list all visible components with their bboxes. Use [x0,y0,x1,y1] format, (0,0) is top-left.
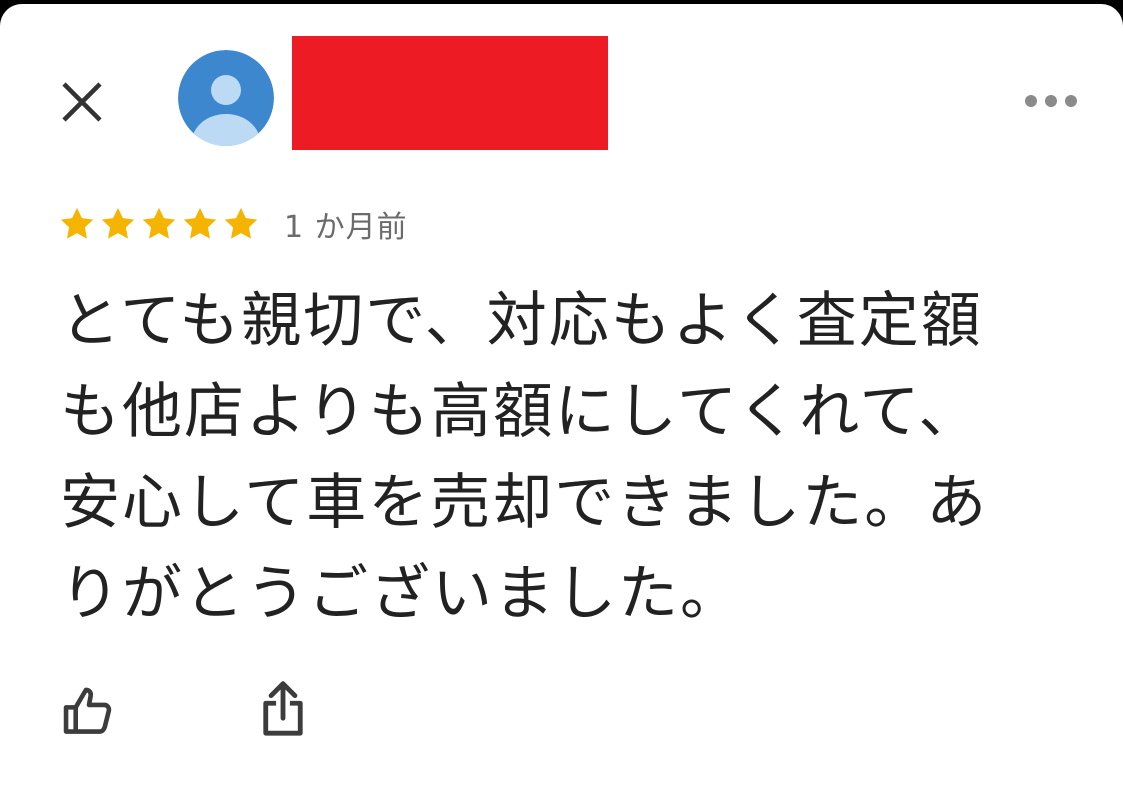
review-time-ago: 1 か月前 [284,210,408,245]
star-icon [183,207,217,239]
redacted-author-name [292,36,608,150]
star-rating [58,205,260,243]
rating-row: 1 か月前 [58,200,408,248]
share-button[interactable] [252,676,314,742]
star-icon [101,207,135,239]
star-icon [142,207,176,239]
like-button[interactable] [58,680,120,742]
star-icon [224,207,258,239]
close-icon [62,82,102,122]
person-avatar-icon [178,50,274,146]
share-icon [263,681,303,736]
close-button[interactable] [56,76,108,128]
more-horizontal-icon [1025,95,1077,107]
avatar[interactable] [178,50,274,146]
review-text: とても親切で、対応もよく査定額も他店よりも高額にしてくれて、安心して車を売却でき… [60,286,989,629]
review-sheet: 1 か月前 とても親切で、対応もよく査定額も他店よりも高額にしてくれて、安心して… [0,4,1123,804]
thumbs-up-icon [63,687,112,734]
star-icon [60,207,94,239]
more-options-button[interactable] [1020,82,1082,120]
